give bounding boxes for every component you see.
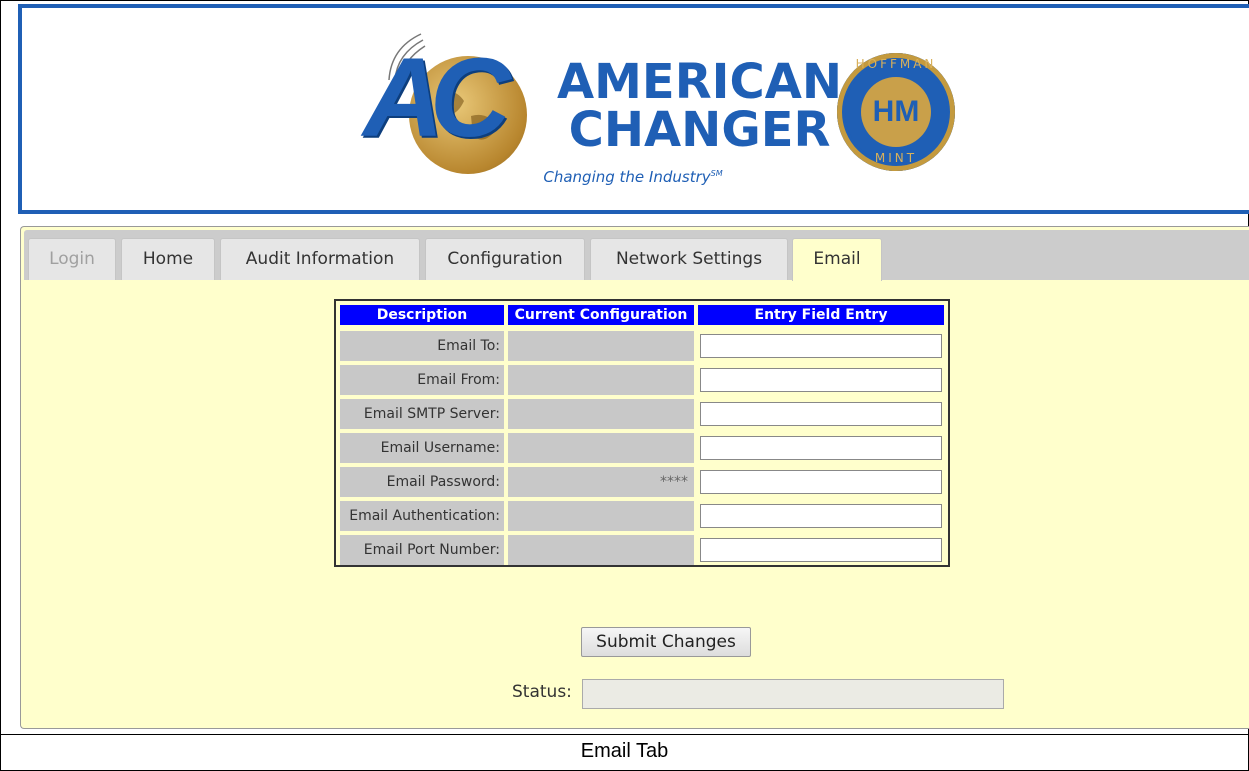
status-label: Status: <box>512 682 572 702</box>
seal-top-text: HOFFMAN <box>855 57 937 71</box>
tagline: Changing the IndustrySM <box>22 168 1244 186</box>
figure-caption: Email Tab <box>580 740 669 762</box>
row-label-email-authentication: Email Authentication: <box>340 501 504 531</box>
email-smtp-server-input[interactable] <box>700 402 942 426</box>
email-username-input[interactable] <box>700 436 942 460</box>
email-authentication-input[interactable] <box>700 504 942 528</box>
tab-email[interactable]: Email <box>792 238 882 281</box>
email-to-input[interactable] <box>700 334 942 358</box>
seal-initials: HM <box>861 77 931 147</box>
tab-network-settings[interactable]: Network Settings <box>590 238 788 280</box>
current-value-email-username <box>508 433 694 463</box>
seal-bottom-text: MINT <box>874 151 918 165</box>
current-value-email-smtp-server <box>508 399 694 429</box>
email-port-number-input[interactable] <box>700 538 942 562</box>
logo-line-american: AMERICAN <box>557 54 843 110</box>
tagline-text: Changing the Industry <box>543 168 711 186</box>
column-header-entry-field: Entry Field Entry <box>698 305 944 325</box>
row-label-email-smtp-server: Email SMTP Server: <box>340 399 504 429</box>
status-field <box>582 679 1004 709</box>
tab-home[interactable]: Home <box>121 238 215 280</box>
row-label-email-to: Email To: <box>340 331 504 361</box>
logo-line-changer: CHANGER <box>568 102 831 158</box>
column-header-description: Description <box>340 305 504 325</box>
row-label-email-username: Email Username: <box>340 433 504 463</box>
submit-changes-button[interactable]: Submit Changes <box>581 627 751 657</box>
current-value-email-from <box>508 365 694 395</box>
email-from-input[interactable] <box>700 368 942 392</box>
tab-configuration[interactable]: Configuration <box>425 238 585 280</box>
tab-bar: Login Home Audit Information Configurati… <box>24 230 1249 281</box>
email-password-input[interactable] <box>700 470 942 494</box>
current-value-email-port-number <box>508 535 694 565</box>
email-config-table: Description Current Configuration Entry … <box>334 299 950 567</box>
header-divider <box>362 217 980 220</box>
caption-divider <box>0 734 1249 735</box>
site-header: AC AMERICAN CHANGER HOFFMAN HM MINT Chan… <box>18 4 1249 220</box>
row-label-email-password: Email Password: <box>340 467 504 497</box>
current-value-email-to <box>508 331 694 361</box>
service-mark: SM <box>710 169 723 178</box>
hoffman-mint-seal: HOFFMAN HM MINT <box>837 53 955 171</box>
row-label-email-port-number: Email Port Number: <box>340 535 504 565</box>
column-header-current-configuration: Current Configuration <box>508 305 694 325</box>
tab-audit-information[interactable]: Audit Information <box>220 238 420 280</box>
logo-wordmark: AMERICAN CHANGER <box>557 58 842 154</box>
tab-login[interactable]: Login <box>28 238 116 280</box>
current-value-email-authentication <box>508 501 694 531</box>
row-label-email-from: Email From: <box>340 365 504 395</box>
current-value-email-password: **** <box>508 467 694 497</box>
ac-monogram: AC <box>363 35 511 160</box>
